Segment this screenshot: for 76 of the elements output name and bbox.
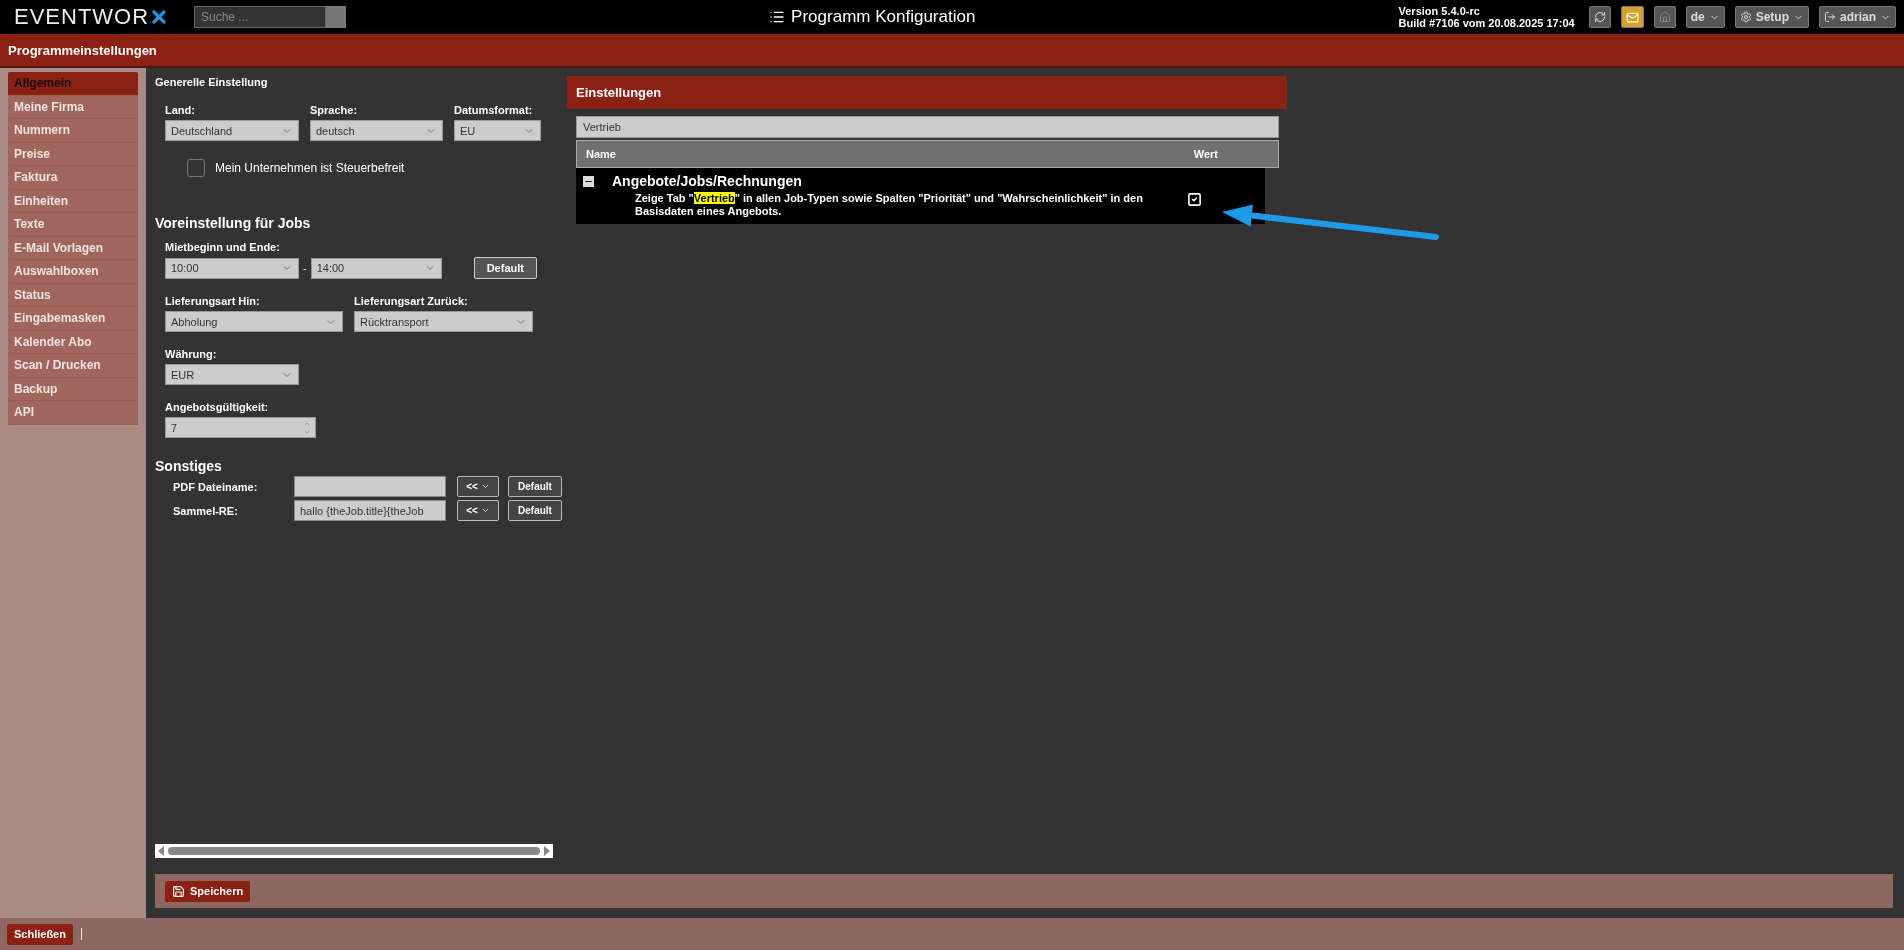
logo-text: EVENTWOR — [14, 4, 150, 30]
sidebar-item[interactable]: Faktura — [8, 166, 138, 190]
select-field[interactable]: EU — [454, 120, 541, 141]
field-label: Lieferungsart Zurück: — [354, 295, 469, 307]
field-label: PDF Dateiname: — [173, 480, 259, 493]
number-field[interactable]: 7 — [165, 417, 316, 438]
sidebar-item[interactable]: Status — [8, 283, 138, 307]
select-field[interactable]: Deutschland — [165, 120, 299, 141]
mail-icon — [1625, 10, 1639, 24]
sidebar-item[interactable]: Eingabemasken — [8, 307, 138, 331]
select-field[interactable]: Rücktransport — [354, 311, 533, 332]
chevron-down-icon — [480, 506, 490, 515]
sidebar-item[interactable]: Meine Firma — [8, 95, 138, 119]
default-button[interactable]: Default — [473, 257, 537, 279]
field-label: Sammel-RE: — [173, 504, 239, 517]
chevron-down-icon — [480, 482, 490, 491]
default-button[interactable]: Default — [508, 500, 562, 521]
input-field[interactable]: hallo {theJob.title}{theJob — [294, 500, 446, 521]
insert-dropdown[interactable]: << — [457, 500, 499, 521]
checked-checkbox-icon[interactable] — [1187, 192, 1202, 207]
section-heading: Voreinstellung für Jobs — [155, 215, 312, 231]
sidebar-item[interactable]: Kalender Abo — [8, 330, 138, 354]
list-icon — [769, 9, 786, 25]
default-button[interactable]: Default — [508, 476, 562, 497]
filter-field[interactable]: Vertrieb — [576, 116, 1279, 138]
sidebar-item[interactable]: Scan / Drucken — [8, 354, 138, 378]
insert-dropdown[interactable]: << — [457, 476, 499, 497]
select-field[interactable]: 10:00 — [165, 257, 299, 279]
home-icon — [1658, 11, 1671, 23]
page-heading: Programm Konfiguration — [791, 7, 976, 27]
collapse-icon[interactable] — [583, 175, 594, 187]
checkbox-label: Mein Unternehmen ist Steuerbefreit — [215, 161, 405, 175]
field-label: Angebotsgültigkeit: — [165, 401, 270, 413]
group-title: Angebote/Jobs/Rechnungen — [612, 173, 802, 189]
section-heading: Sonstiges — [155, 458, 223, 474]
search-field[interactable]: Suche ... — [194, 6, 326, 28]
select-field[interactable]: deutsch — [310, 120, 443, 141]
field-label: Lieferungsart Hin: — [165, 295, 261, 307]
sidebar-item[interactable]: Texte — [8, 213, 138, 237]
language-dropdown[interactable]: de — [1685, 6, 1725, 28]
close-button[interactable]: Schließen — [7, 923, 73, 945]
refresh-icon — [1593, 11, 1606, 23]
sidebar-item[interactable]: Nummern — [8, 119, 138, 143]
select-field[interactable]: 14:00 — [310, 257, 442, 279]
select-field[interactable]: Abholung — [165, 311, 343, 332]
build-text: Build #7106 vom 20.08.2025 17:04 — [1398, 17, 1575, 29]
field-label: Mietbeginn und Ende: — [165, 241, 281, 253]
checkbox[interactable] — [187, 159, 205, 177]
horizontal-scrollbar[interactable] — [155, 844, 553, 858]
home-button[interactable] — [1653, 6, 1676, 28]
sidebar-item[interactable]: Auswahlboxen — [8, 260, 138, 284]
input-field[interactable] — [294, 476, 446, 497]
sidebar-item[interactable]: E-Mail Vorlagen — [8, 236, 138, 260]
field-label: Datumsformat: — [454, 104, 534, 116]
logout-icon — [1824, 11, 1836, 23]
select-field[interactable]: EUR — [165, 364, 299, 385]
sidebar-item[interactable]: API — [8, 401, 138, 425]
refresh-button[interactable] — [1588, 6, 1611, 28]
range-separator: - — [303, 262, 307, 274]
sidebar-item[interactable]: Einheiten — [8, 189, 138, 213]
field-label: Land: — [165, 104, 196, 116]
setup-dropdown[interactable]: Setup — [1734, 6, 1809, 28]
section-title: Programmeinstellungen — [8, 42, 157, 58]
user-dropdown[interactable]: adrian — [1819, 6, 1896, 28]
settings-icon — [1739, 11, 1752, 23]
sidebar-item[interactable]: Preise — [8, 142, 138, 166]
mail-button[interactable] — [1620, 6, 1644, 28]
save-button[interactable]: Speichern — [165, 880, 251, 902]
field-label: Sprache: — [310, 104, 359, 116]
column-header: Wert — [1193, 148, 1218, 160]
version-text: Version 5.4.0-rc — [1398, 5, 1481, 17]
sidebar-item[interactable]: Backup — [8, 377, 138, 401]
column-header: Name — [586, 148, 616, 160]
field-label: Währung: — [165, 348, 218, 360]
section-heading: Generelle Einstellung — [155, 76, 269, 88]
panel-title: Einstellungen — [576, 85, 662, 100]
